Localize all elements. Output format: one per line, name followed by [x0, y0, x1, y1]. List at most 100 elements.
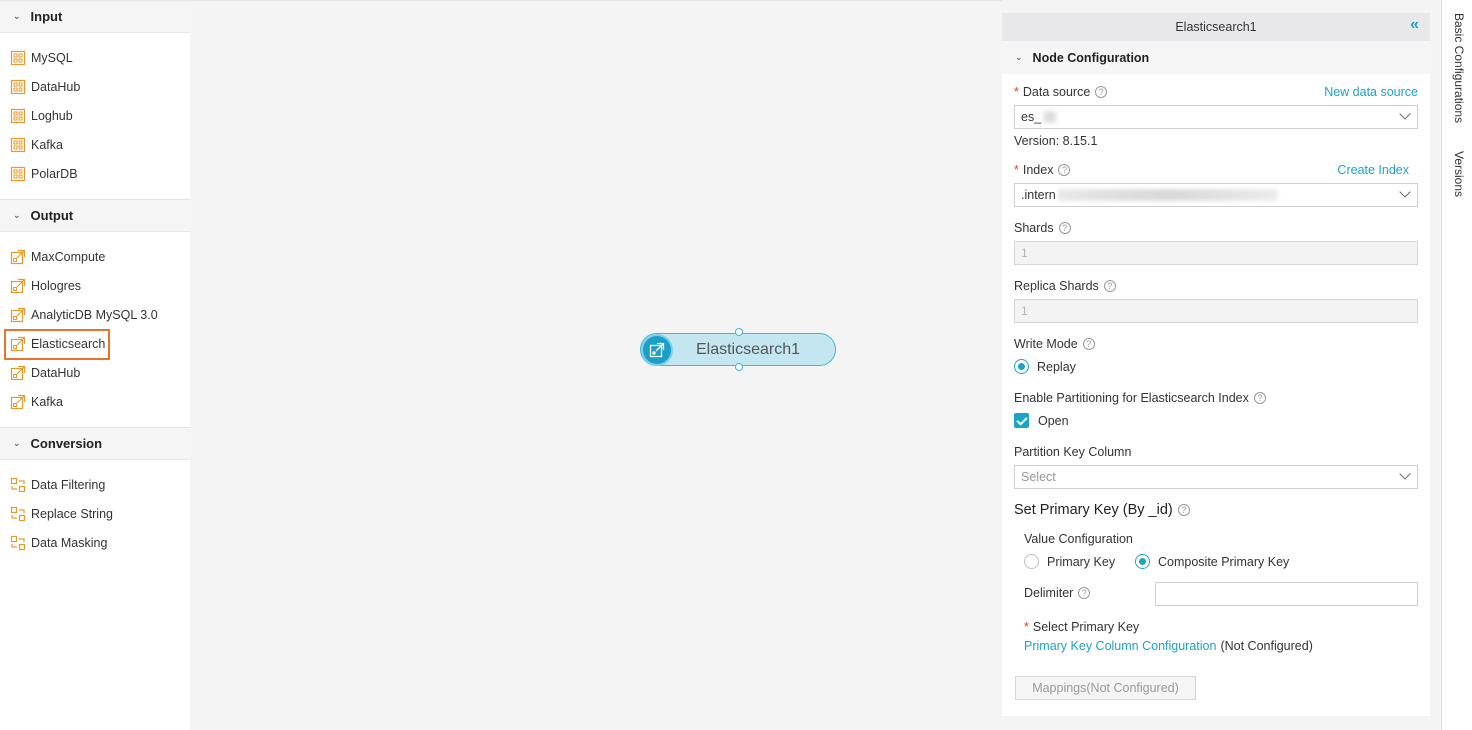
replay-option-label: Replay [1037, 359, 1076, 374]
help-icon[interactable]: ? [1058, 222, 1071, 234]
help-icon[interactable]: ? [1078, 587, 1091, 599]
palette-item-kafka[interactable]: Kafka [0, 131, 190, 160]
help-icon[interactable]: ? [1058, 164, 1071, 176]
palette-item-label: Elasticsearch [31, 337, 106, 352]
index-select[interactable]: .intern [1014, 183, 1418, 207]
palette-item-label: MySQL [31, 50, 73, 65]
partitioning-open-checkbox[interactable]: Open [1014, 413, 1069, 428]
elasticsearch-output-icon [643, 335, 671, 364]
output-component-icon [10, 307, 26, 323]
primary-key-config-row: Primary Key Column Configuration (Not Co… [1024, 639, 1313, 653]
tab-basic-configurations[interactable]: Basic Configurations [1452, 13, 1466, 123]
input-port[interactable] [735, 328, 743, 336]
component-palette: ⌄ Input MySQL DataHub Loghub Kafka PolarDB ⌄… [0, 0, 190, 730]
tab-versions[interactable]: Versions [1452, 151, 1466, 197]
primary-key-column-config-link[interactable]: Primary Key Column Configuration [1024, 639, 1216, 653]
palette-item-data-filtering[interactable]: Data Filtering [0, 470, 190, 499]
palette-item-datahub[interactable]: DataHub [0, 359, 190, 388]
palette-item-label: Replace String [31, 506, 113, 521]
primary-key-section-text: Set Primary Key (By _id) [1014, 502, 1173, 518]
input-component-icon [10, 79, 26, 95]
palette-item-loghub[interactable]: Loghub [0, 101, 190, 130]
flow-canvas[interactable]: Elasticsearch1 [190, 0, 1002, 730]
palette-item-label: DataHub [31, 366, 81, 381]
palette-item-label: Loghub [31, 108, 73, 123]
help-icon[interactable]: ? [1253, 392, 1266, 404]
palette-item-label: AnalyticDB MySQL 3.0 [31, 307, 158, 322]
composite-primary-key-radio[interactable]: Composite Primary Key [1135, 554, 1289, 569]
group-header-input[interactable]: ⌄ Input [0, 1, 190, 33]
partitioning-label: Enable Partitioning for Elasticsearch In… [1014, 391, 1266, 405]
palette-item-hologres[interactable]: Hologres [0, 271, 190, 300]
input-component-icon [10, 50, 26, 66]
output-port[interactable] [735, 363, 743, 371]
checkbox-checked-icon [1014, 413, 1029, 428]
palette-item-analyticdb-mysql-3-0[interactable]: AnalyticDB MySQL 3.0 [0, 300, 190, 329]
group-header-conversion[interactable]: ⌄ Conversion [0, 428, 190, 461]
palette-item-datahub[interactable]: DataHub [0, 72, 190, 101]
output-component-icon [10, 278, 26, 294]
chevron-down-icon: ⌄ [13, 11, 21, 21]
palette-item-label: PolarDB [31, 167, 78, 182]
group-title: Output [30, 207, 74, 223]
data-source-label: * Data source ? [1014, 85, 1108, 99]
radio-checked-icon [1014, 359, 1029, 374]
palette-item-label: Hologres [31, 278, 82, 293]
palette-item-label: DataHub [31, 79, 81, 94]
group-title: Input [30, 9, 63, 24]
palette-item-label: Data Filtering [31, 477, 106, 492]
help-icon[interactable]: ? [1103, 280, 1116, 292]
partition-key-placeholder: Select [1021, 470, 1056, 484]
partition-key-label: Partition Key Column [1014, 445, 1131, 459]
palette-item-maxcompute[interactable]: MaxCompute [0, 242, 190, 271]
palette-item-data-masking[interactable]: Data Masking [0, 528, 190, 557]
help-icon[interactable]: ? [1177, 504, 1190, 516]
create-index-link[interactable]: Create Index [1337, 163, 1409, 177]
palette-item-label: MaxCompute [31, 249, 106, 264]
palette-item-kafka[interactable]: Kafka [0, 388, 190, 417]
output-components-list: MaxCompute Hologres AnalyticDB MySQL 3.0 El… [0, 232, 190, 429]
partition-key-select[interactable]: Select [1014, 465, 1418, 489]
palette-item-mysql[interactable]: MySQL [0, 43, 190, 72]
group-header-output[interactable]: ⌄ Output [0, 199, 190, 232]
mappings-button: Mappings(Not Configured) [1015, 676, 1196, 700]
palette-item-replace-string[interactable]: Replace String [0, 499, 190, 528]
conversion-component-icon [10, 535, 26, 551]
palette-item-elasticsearch[interactable]: Elasticsearch [4, 328, 110, 360]
data-source-select[interactable]: es_ [1014, 105, 1418, 129]
primary-key-section-title: Set Primary Key (By _id) ? [1014, 502, 1190, 518]
index-value: .intern [1021, 188, 1056, 202]
required-asterisk: * [1024, 620, 1029, 634]
select-primary-key-label: * Select Primary Key [1024, 620, 1139, 634]
panel-title-bar: Elasticsearch1 « [1002, 13, 1430, 41]
help-icon[interactable]: ? [1095, 86, 1108, 98]
value-config-label: Value Configuration [1024, 532, 1133, 546]
chevron-down-icon: ⌄ [13, 438, 21, 449]
help-icon[interactable]: ? [1082, 338, 1095, 350]
output-component-icon [10, 394, 26, 410]
partitioning-label-text: Enable Partitioning for Elasticsearch In… [1014, 391, 1249, 405]
delimiter-input[interactable] [1155, 582, 1418, 606]
collapse-double-chevron-icon[interactable]: « [1410, 16, 1419, 34]
palette-item-polardb[interactable]: PolarDB [0, 160, 190, 189]
primary-key-status: (Not Configured) [1220, 639, 1313, 653]
palette-item-label: Kafka [31, 138, 63, 153]
palette-item-label: Data Masking [31, 536, 108, 551]
node-configuration-header[interactable]: ⌄ Node Configuration [1002, 41, 1430, 74]
conversion-components-list: Data Filtering Replace String Data Masking [0, 460, 190, 568]
node-label: Elasticsearch1 [695, 340, 801, 358]
primary-key-radio[interactable]: Primary Key [1024, 554, 1115, 569]
delimiter-label: Delimiter ? [1024, 586, 1091, 600]
chevron-down-icon [1399, 468, 1411, 480]
write-mode-replay-radio[interactable]: Replay [1014, 359, 1076, 374]
replica-shards-label: Replica Shards ? [1014, 279, 1116, 293]
required-asterisk: * [1014, 163, 1019, 177]
input-components-list: MySQL DataHub Loghub Kafka PolarDB [0, 33, 190, 200]
input-component-icon [10, 108, 26, 124]
elasticsearch-node[interactable]: Elasticsearch1 [640, 328, 836, 371]
new-data-source-link[interactable]: New data source [1324, 85, 1418, 99]
palette-item-label: Kafka [31, 395, 63, 410]
panel-title: Elasticsearch1 [1175, 20, 1257, 34]
replica-shards-label-text: Replica Shards [1014, 279, 1099, 293]
composite-primary-key-option-label: Composite Primary Key [1158, 554, 1290, 569]
